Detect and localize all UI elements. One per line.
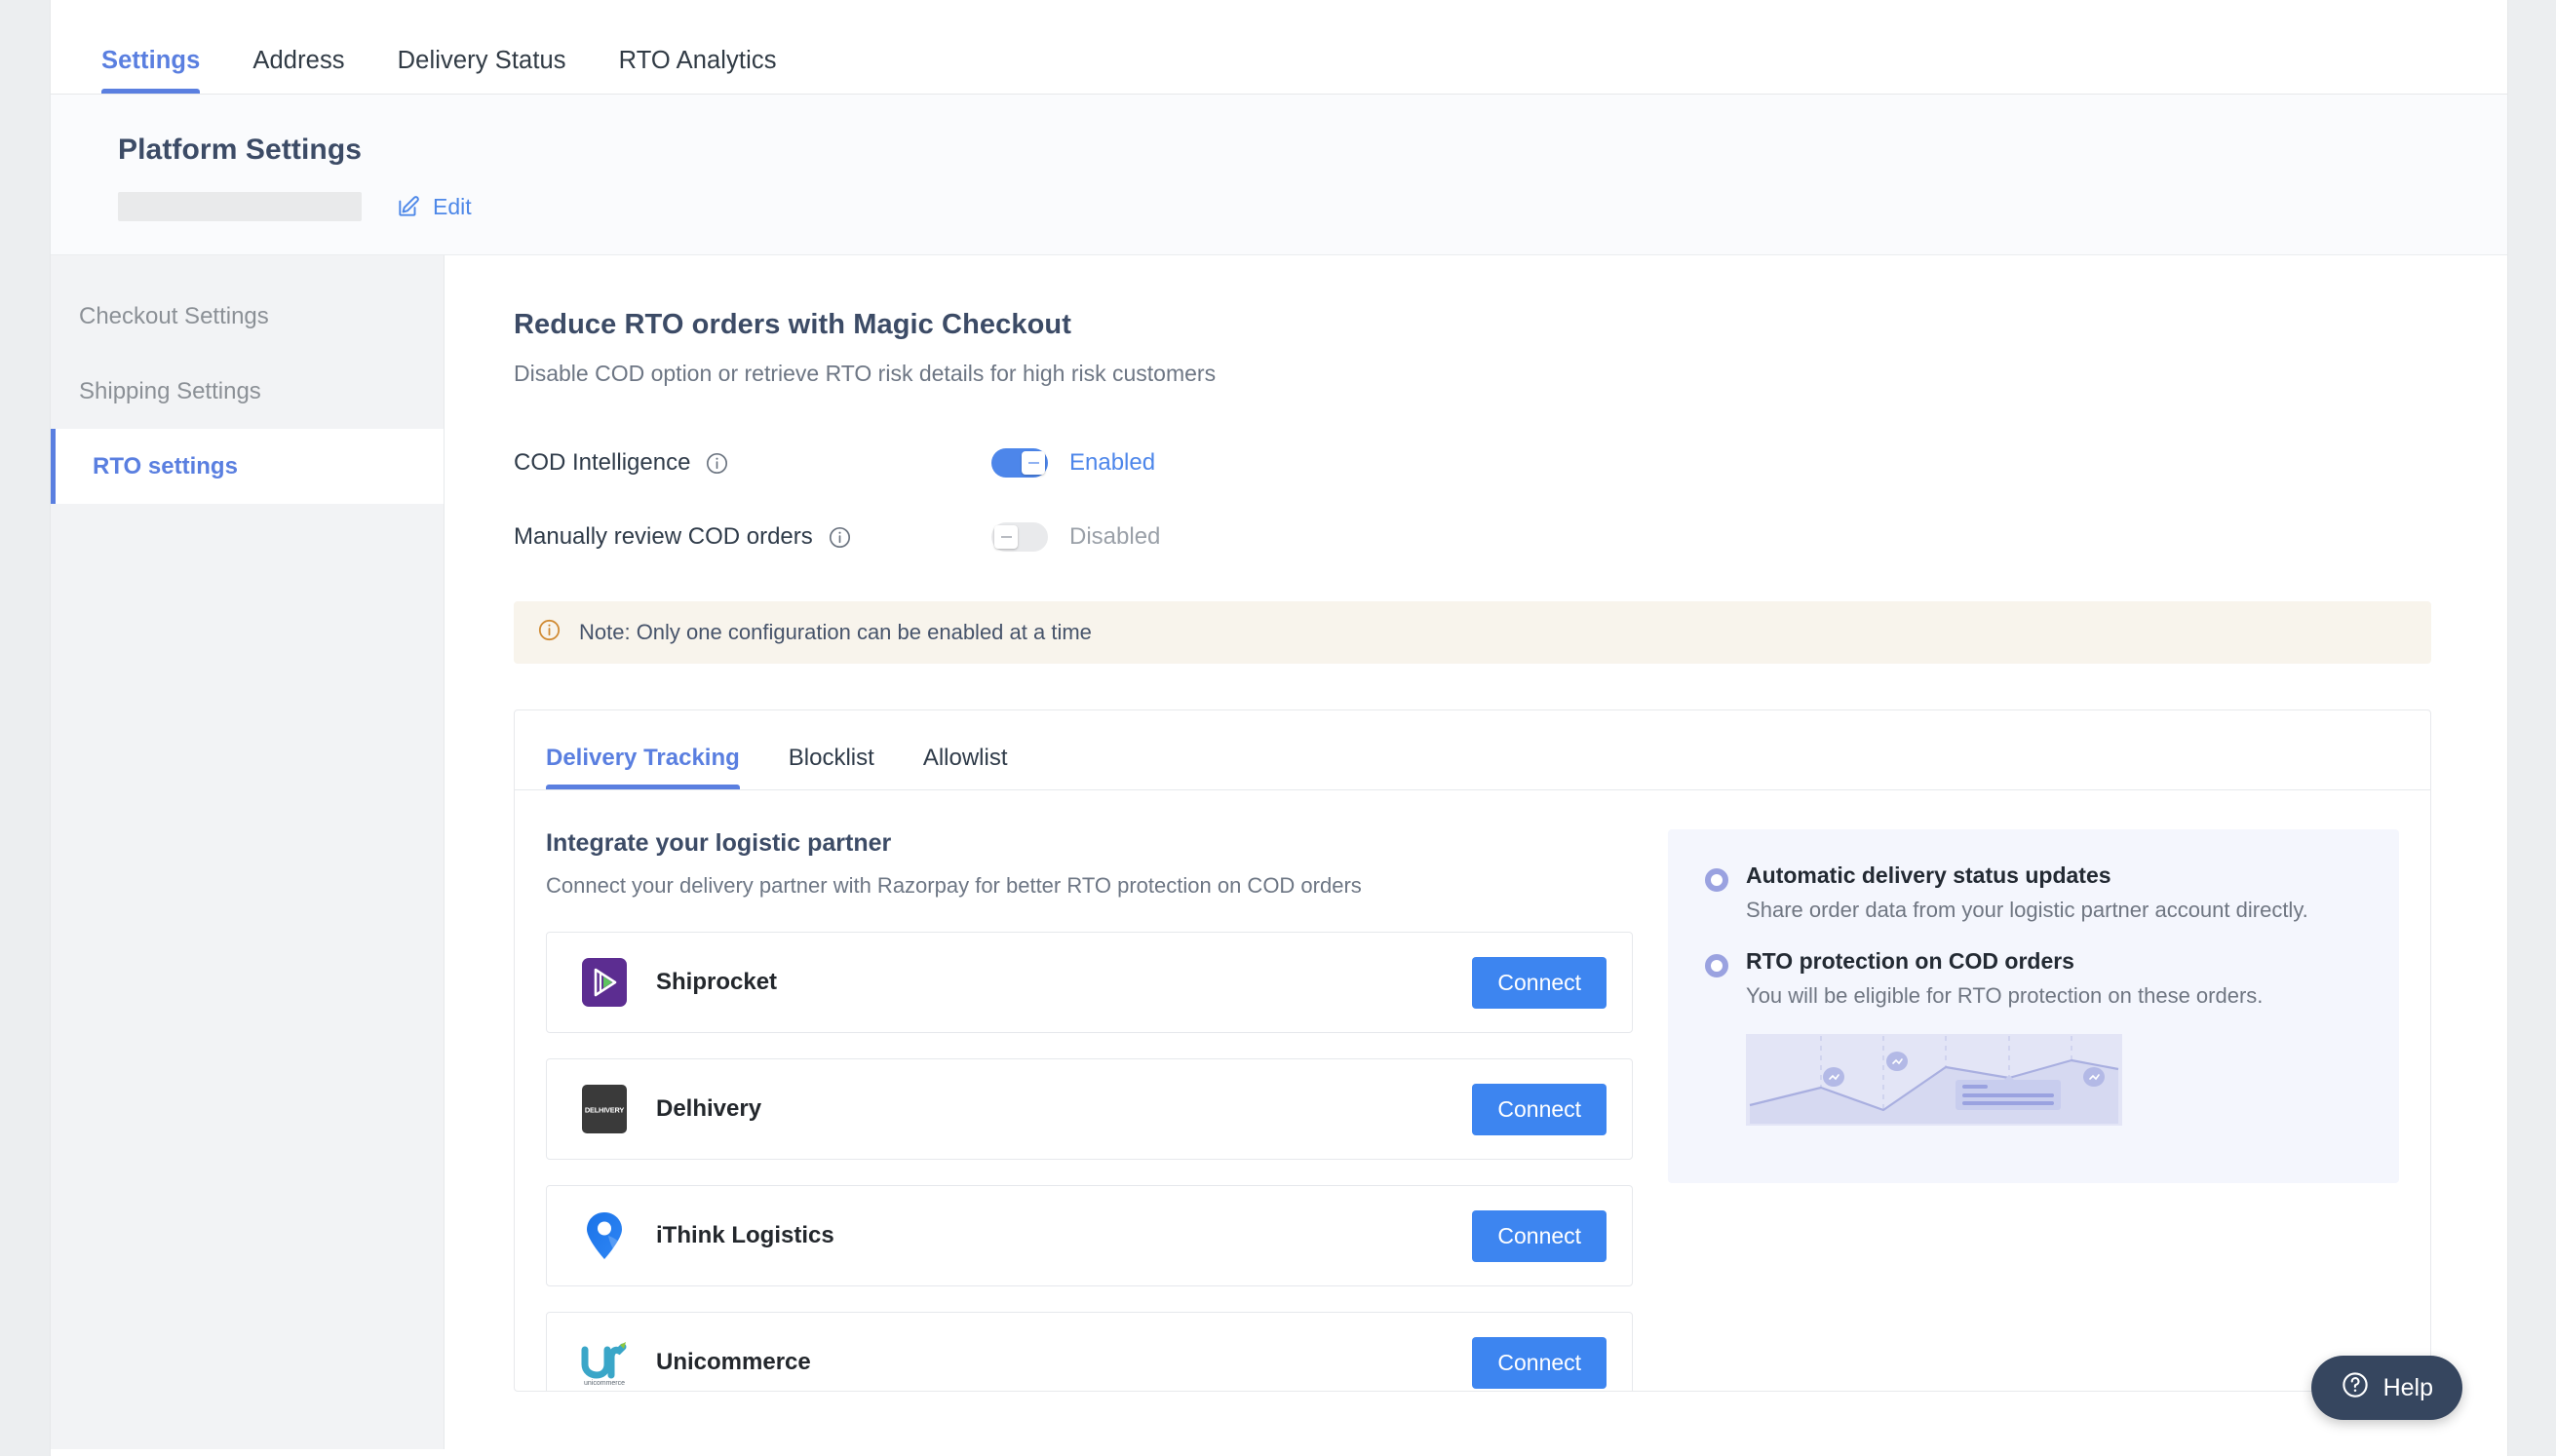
- ithink-logistics-logo-icon: [578, 1207, 631, 1265]
- connect-button-shiprocket[interactable]: Connect: [1472, 956, 1607, 1009]
- help-button[interactable]: Help: [2310, 1356, 2462, 1420]
- delivery-tracking-card: Delivery Tracking Blocklist Allowlist In…: [514, 709, 2431, 1392]
- integrate-section: Integrate your logistic partner Connect …: [546, 829, 1634, 1391]
- sidebar-item-label: RTO settings: [93, 452, 238, 479]
- toggle-state-label: Enabled: [1069, 449, 1156, 476]
- setting-row-cod-intelligence: COD Intelligence Enabled: [514, 426, 2429, 500]
- page-title: Platform Settings: [118, 134, 363, 166]
- connect-button-ithink-logistics[interactable]: Connect: [1472, 1209, 1607, 1262]
- tab-delivery-tracking[interactable]: Delivery Tracking: [546, 745, 740, 789]
- settings-toggle-group: COD Intelligence Enabled Manually review…: [514, 426, 2429, 574]
- benefit-title: Automatic delivery status updates: [1746, 862, 2111, 888]
- tab-label: Blocklist: [788, 745, 874, 771]
- partner-row-shiprocket: Shiprocket Connect: [546, 932, 1634, 1033]
- inner-card-body: Integrate your logistic partner Connect …: [515, 790, 2430, 1391]
- note-banner: Note: Only one configuration can be enab…: [514, 601, 2431, 664]
- integrate-title: Integrate your logistic partner: [546, 829, 892, 857]
- integrate-subtitle: Connect your delivery partner with Razor…: [546, 873, 1362, 898]
- sidebar-item-checkout-settings[interactable]: Checkout Settings: [51, 279, 444, 354]
- edit-button[interactable]: Edit: [396, 194, 472, 220]
- toggle-cod-intelligence[interactable]: [991, 448, 1048, 478]
- partner-list: Shiprocket Connect DELHIVERY Delhivery C…: [546, 932, 1634, 1391]
- page-container: Settings Address Delivery Status RTO Ana…: [51, 0, 2507, 1456]
- partner-row-unicommerce: unicommerce Unicommerce Connect: [546, 1312, 1634, 1391]
- note-text: Note: Only one configuration can be enab…: [579, 620, 1092, 644]
- tab-settings-label: Settings: [101, 47, 201, 74]
- sidebar-item-label: Checkout Settings: [79, 302, 269, 329]
- setting-label-wrap: COD Intelligence: [514, 449, 991, 477]
- benefit-description: You will be eligible for RTO protection …: [1746, 983, 2264, 1008]
- edit-label: Edit: [433, 193, 472, 219]
- sidebar-item-rto-settings[interactable]: RTO settings: [51, 429, 444, 504]
- tab-blocklist[interactable]: Blocklist: [789, 745, 874, 789]
- help-label: Help: [2382, 1373, 2433, 1401]
- connect-button-delhivery[interactable]: Connect: [1472, 1083, 1607, 1135]
- platform-name-placeholder: [118, 192, 362, 221]
- benefit-item-rto-protection: RTO protection on COD orders You will be…: [1705, 948, 2362, 1009]
- tab-address-label: Address: [252, 47, 345, 74]
- toggle-knob: [1022, 451, 1045, 475]
- platform-header: Platform Settings Edit: [51, 95, 2507, 255]
- bullet-ring-icon: [1705, 868, 1729, 892]
- platform-header-row: Edit: [118, 192, 2507, 221]
- partner-row-ithink-logistics: iThink Logistics Connect: [546, 1185, 1634, 1286]
- benefit-text-wrap: RTO protection on COD orders You will be…: [1746, 948, 2263, 1009]
- svg-text:DELHIVERY: DELHIVERY: [585, 1106, 624, 1115]
- partner-name: iThink Logistics: [656, 1222, 834, 1248]
- tab-delivery-status-label: Delivery Status: [397, 47, 566, 74]
- benefit-title: RTO protection on COD orders: [1746, 948, 2074, 974]
- tab-label: Allowlist: [922, 745, 1008, 771]
- svg-text:unicommerce: unicommerce: [584, 1380, 625, 1387]
- tab-rto-analytics-label: RTO Analytics: [618, 47, 777, 74]
- bullet-ring-icon: [1705, 954, 1729, 977]
- section-subtitle: Disable COD option or retrieve RTO risk …: [514, 361, 1217, 386]
- toggle-knob: [994, 525, 1018, 549]
- question-mark-icon: [2341, 1370, 2370, 1406]
- setting-label-wrap: Manually review COD orders: [514, 523, 991, 551]
- partner-name: Shiprocket: [656, 969, 778, 995]
- benefits-info-panel: Automatic delivery status updates Share …: [1668, 829, 2399, 1183]
- partner-name: Delhivery: [656, 1095, 762, 1122]
- tab-delivery-status[interactable]: Delivery Status: [398, 47, 566, 94]
- connect-button-unicommerce[interactable]: Connect: [1472, 1336, 1607, 1389]
- tab-rto-analytics[interactable]: RTO Analytics: [619, 47, 777, 94]
- sidebar-item-shipping-settings[interactable]: Shipping Settings: [51, 354, 444, 429]
- unicommerce-logo-icon: unicommerce: [578, 1333, 631, 1391]
- tab-allowlist[interactable]: Allowlist: [923, 745, 1008, 789]
- setting-label: Manually review COD orders: [514, 523, 813, 550]
- warning-info-icon: [537, 618, 562, 648]
- sidebar-item-label: Shipping Settings: [79, 377, 261, 404]
- info-icon[interactable]: [705, 451, 729, 476]
- section-title: Reduce RTO orders with Magic Checkout: [514, 309, 1071, 340]
- toggle-state-label: Disabled: [1069, 523, 1161, 550]
- partner-name: Unicommerce: [656, 1349, 811, 1375]
- info-panel-column: Automatic delivery status updates Share …: [1668, 829, 2399, 1391]
- benefit-item-automatic-updates: Automatic delivery status updates Share …: [1705, 862, 2362, 923]
- shiprocket-logo-icon: [578, 953, 631, 1012]
- top-tab-bar: Settings Address Delivery Status RTO Ana…: [51, 0, 2507, 95]
- benefit-description: Share order data from your logistic part…: [1746, 898, 2308, 922]
- toggle-manual-review[interactable]: [991, 522, 1048, 552]
- main-content: Reduce RTO orders with Magic Checkout Di…: [445, 255, 2507, 1449]
- body-split: Checkout Settings Shipping Settings RTO …: [51, 255, 2507, 1449]
- delivery-chart-illustration: [1746, 1034, 2362, 1146]
- tab-label: Delivery Tracking: [546, 745, 740, 771]
- delhivery-logo-icon: DELHIVERY: [578, 1080, 631, 1138]
- tab-address[interactable]: Address: [252, 47, 344, 94]
- info-icon[interactable]: [828, 525, 852, 550]
- settings-sidebar: Checkout Settings Shipping Settings RTO …: [51, 255, 445, 1449]
- pencil-edit-icon: [396, 194, 421, 219]
- benefit-text-wrap: Automatic delivery status updates Share …: [1746, 862, 2308, 923]
- tab-settings[interactable]: Settings: [101, 47, 201, 94]
- partner-row-delhivery: DELHIVERY Delhivery Connect: [546, 1058, 1634, 1160]
- setting-label: COD Intelligence: [514, 449, 691, 476]
- inner-tab-bar: Delivery Tracking Blocklist Allowlist: [515, 710, 2430, 790]
- setting-row-manual-review: Manually review COD orders Disabled: [514, 500, 2429, 574]
